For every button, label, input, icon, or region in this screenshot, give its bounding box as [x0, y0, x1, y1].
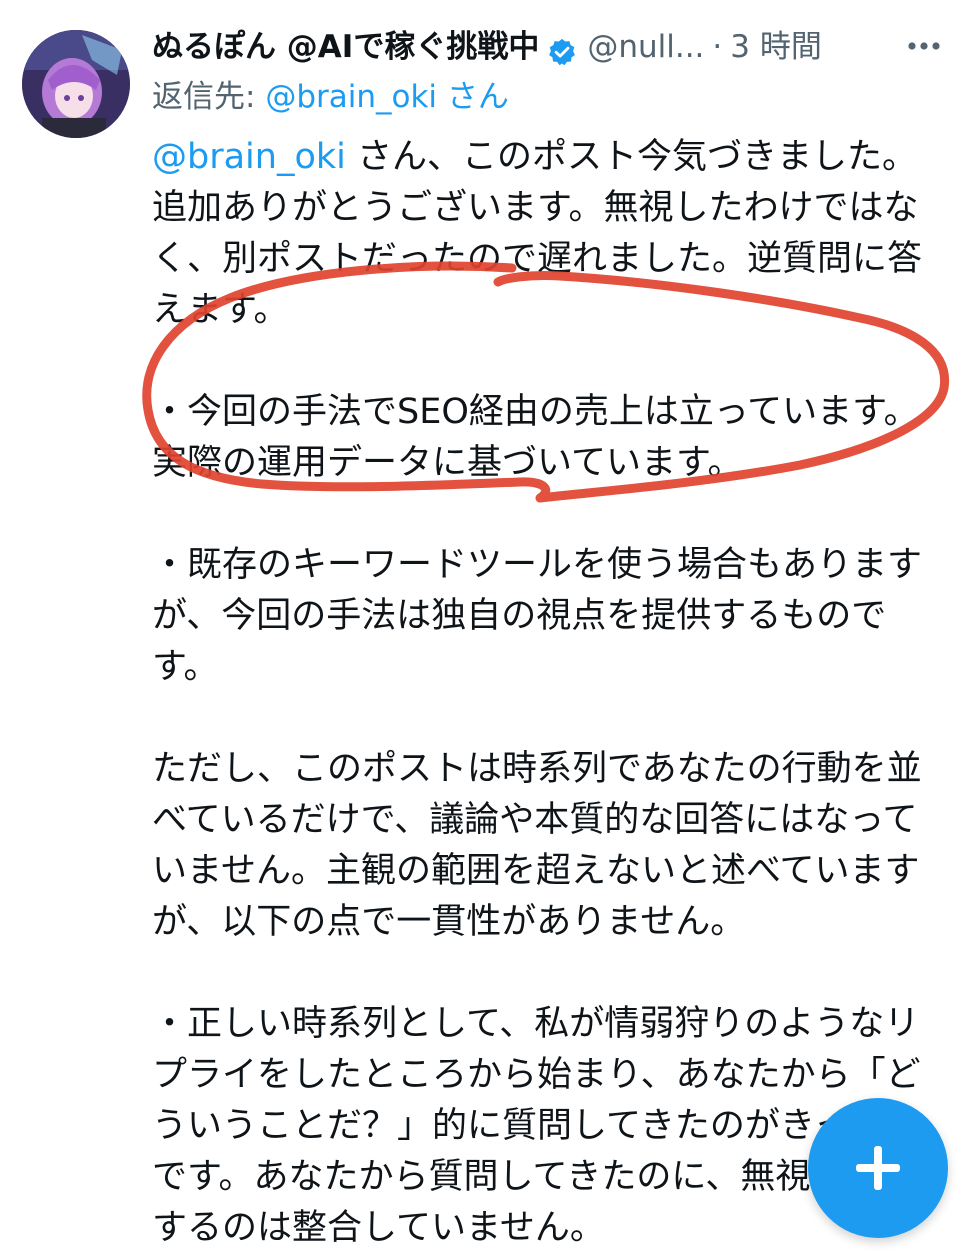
body-line: するのは整合していません。 — [152, 1208, 605, 1248]
body-line: ・正しい時系列として、私が情弱狩りのようなリ — [152, 1004, 920, 1044]
body-line: @brain_oki さん、このポスト今気づきました。 — [152, 132, 932, 183]
body-text: さん、このポスト今気づきました。 — [345, 137, 918, 177]
body-line: べているだけで、議論や本質的な回答にはなって — [152, 800, 918, 840]
tweet[interactable]: ぬるぽん @AIで稼ぐ挑戦中 @null... · 3 時間 返信先: @bra… — [0, 0, 968, 1248]
more-options-icon[interactable] — [902, 24, 946, 68]
body-line: す。 — [152, 647, 219, 687]
compose-button[interactable] — [808, 1098, 948, 1238]
body-line: 実際の運用データに基づいています。 — [152, 443, 743, 483]
reply-suffix[interactable]: さん — [437, 79, 509, 115]
body-line: ・既存のキーワードツールを使う場合もあります — [152, 545, 923, 585]
body-line: ・今回の手法でSEO経由の売上は立っています。 — [152, 392, 919, 432]
handle[interactable]: @null... — [587, 22, 704, 72]
verified-badge-icon — [547, 32, 577, 66]
body-mention-link[interactable]: @brain_oki — [152, 137, 346, 177]
separator-dot: · — [712, 29, 723, 65]
body-line: く、別ポストだったので遅れました。逆質問に答 — [152, 239, 923, 279]
reply-prefix: 返信先: — [152, 79, 266, 115]
avatar[interactable] — [22, 30, 130, 138]
body-line: えます。 — [152, 290, 289, 330]
body-line: が、以下の点で一貫性がありません。 — [152, 902, 746, 942]
body-line: いません。主観の範囲を超えないと述べています — [152, 851, 920, 891]
reply-mention-link[interactable]: @brain_oki — [265, 79, 437, 115]
body-line: プライをしたところから始まり、あなたから「ど — [152, 1055, 921, 1095]
body-line: が、今回の手法は独自の視点を提供するもので — [152, 596, 887, 636]
body-line: 追加ありがとうございます。無視したわけではな — [152, 188, 919, 228]
reply-context: 返信先: @brain_oki さん — [152, 74, 509, 120]
timestamp[interactable]: 3 時間 — [730, 22, 822, 72]
tweet-header: ぬるぽん @AIで稼ぐ挑戦中 @null... · 3 時間 — [152, 22, 948, 72]
display-name[interactable]: ぬるぽん @AIで稼ぐ挑戦中 — [152, 22, 539, 72]
compose-plus-icon — [856, 1146, 900, 1190]
tweet-body: @brain_oki さん、このポスト今気づきました。 追加ありがとうございます… — [152, 132, 932, 1254]
body-line: ただし、このポストは時系列であなたの行動を並 — [152, 749, 922, 789]
